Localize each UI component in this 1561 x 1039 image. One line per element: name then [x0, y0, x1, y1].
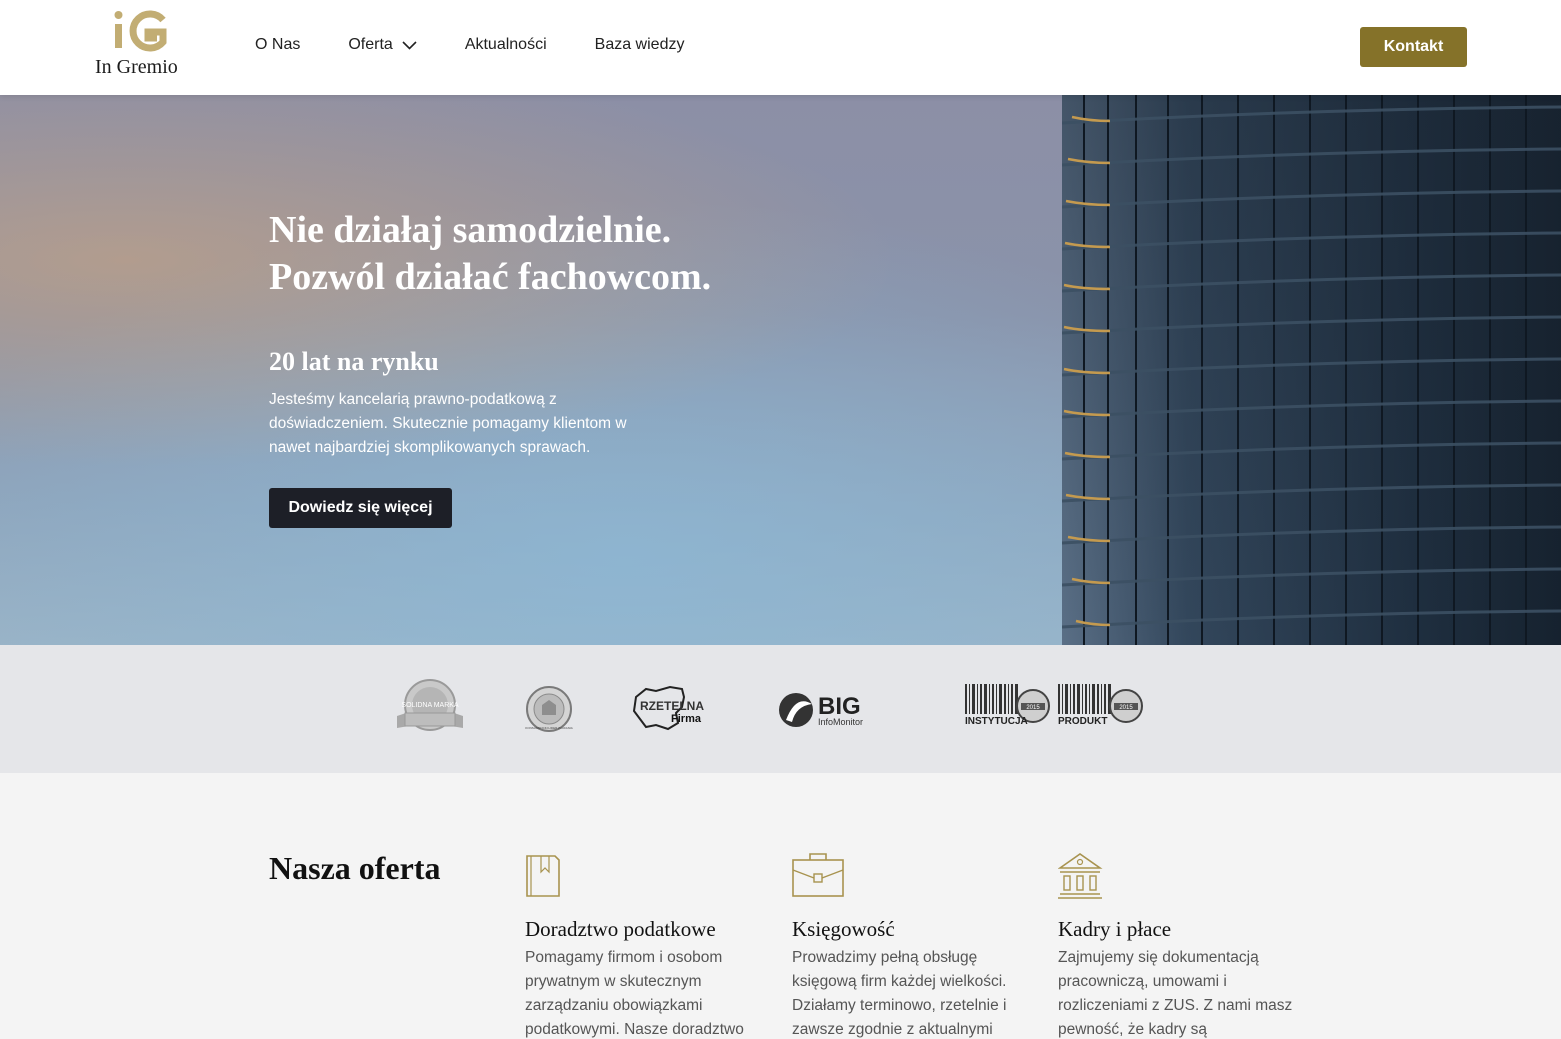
offer-card-text: Zajmujemy się dokumentacją pracowniczą, … — [1058, 949, 1293, 1038]
solidna-marka-badge[interactable]: SOLIDNA MARKA — [395, 678, 465, 736]
offer-card-text: Pomagamy firmom i osobom prywatnym w sku… — [525, 949, 744, 1038]
chevron-down-icon — [402, 40, 417, 50]
building-image — [1062, 95, 1561, 645]
hero-title-line-1: Nie działaj samodzielnie. — [269, 209, 672, 251]
offer-card-title: Kadry i płace — [1058, 917, 1172, 941]
logo[interactable]: In Gremio — [95, 10, 195, 80]
nav-item-oferta[interactable]: Oferta — [348, 36, 417, 54]
offer-card-title: Doradztwo podatkowe — [525, 917, 716, 941]
solidna-marka-text: SOLIDNA MARKA — [401, 702, 459, 709]
big-text: BIG — [818, 693, 861, 720]
site-header: In Gremio O Nas Oferta Aktualności Baza … — [0, 0, 1561, 95]
hero-subtitle: 20 lat na rynku — [269, 347, 439, 376]
instytucja-badge[interactable]: 2015 INSTYTUCJA — [963, 682, 1053, 734]
nav-item-o-nas[interactable]: O Nas — [255, 36, 300, 54]
big-infomonitor-badge[interactable]: BIG InfoMonitor — [778, 688, 868, 730]
instytucja-text: INSTYTUCJA — [965, 716, 1028, 727]
nav-item-label: O Nas — [255, 36, 301, 53]
offer-card-ksiegowosc[interactable]: Księgowość Prowadzimy pełną obsługę księ… — [792, 852, 1032, 1039]
produkt-text: PRODUKT — [1058, 716, 1107, 727]
year-text: 2015 — [1026, 705, 1040, 711]
logo-text: In Gremio — [95, 56, 178, 78]
nav-item-label: Aktualności — [464, 36, 547, 53]
badges-strip: SOLIDNA MARKA KONSUMENCKI LIDER ZAUFANIA… — [0, 645, 1561, 773]
offer-card-title: Księgowość — [792, 917, 895, 941]
rzetelna-firma-badge[interactable]: RZETELNA Firma — [632, 683, 708, 733]
nav-item-baza-wiedzy[interactable]: Baza wiedzy — [595, 36, 685, 54]
logo-mark-icon — [114, 10, 167, 52]
firma-text: Firma — [671, 713, 702, 725]
hero-title-line-2: Pozwól działać fachowcom. — [269, 256, 712, 298]
institution-icon — [1057, 853, 1103, 899]
hero-description: Jesteśmy kancelarią prawno-podatkową z d… — [269, 391, 627, 456]
offer-card-kadry[interactable]: Kadry i płace Zajmujemy się dokumentacją… — [1057, 852, 1298, 1039]
nav-item-label: Oferta — [348, 36, 393, 53]
hero-section: Nie działaj samodzielnie. Pozwól działać… — [0, 95, 1561, 645]
produkt-badge[interactable]: 2015 PRODUKT — [1056, 682, 1146, 734]
rzetelna-text: RZETELNA — [640, 699, 704, 713]
main-nav: O Nas Oferta Aktualności Baza wiedzy — [255, 36, 732, 54]
hero-title: Nie działaj samodzielnie. Pozwól działać… — [269, 207, 711, 301]
year-text: 2015 — [1119, 705, 1133, 711]
offer-title: Nasza oferta — [269, 850, 441, 886]
konsumencki-lider-text: KONSUMENCKI LIDER ZAUFANIA — [525, 726, 573, 730]
contact-button[interactable]: Kontakt — [1360, 27, 1467, 67]
learn-more-button[interactable]: Dowiedz się więcej — [269, 488, 452, 528]
offer-card-doradztwo[interactable]: Doradztwo podatkowe Pomagamy firmom i os… — [525, 852, 765, 1039]
briefcase-icon — [792, 853, 844, 897]
book-icon — [526, 855, 560, 897]
infomonitor-text: InfoMonitor — [818, 717, 863, 727]
nav-item-label: Baza wiedzy — [594, 36, 685, 53]
offer-card-text: Prowadzimy pełną obsługę księgową firm k… — [792, 949, 1007, 1038]
nav-item-aktualnosci[interactable]: Aktualności — [465, 36, 547, 54]
konsumencki-lider-badge[interactable]: KONSUMENCKI LIDER ZAUFANIA — [525, 685, 573, 733]
